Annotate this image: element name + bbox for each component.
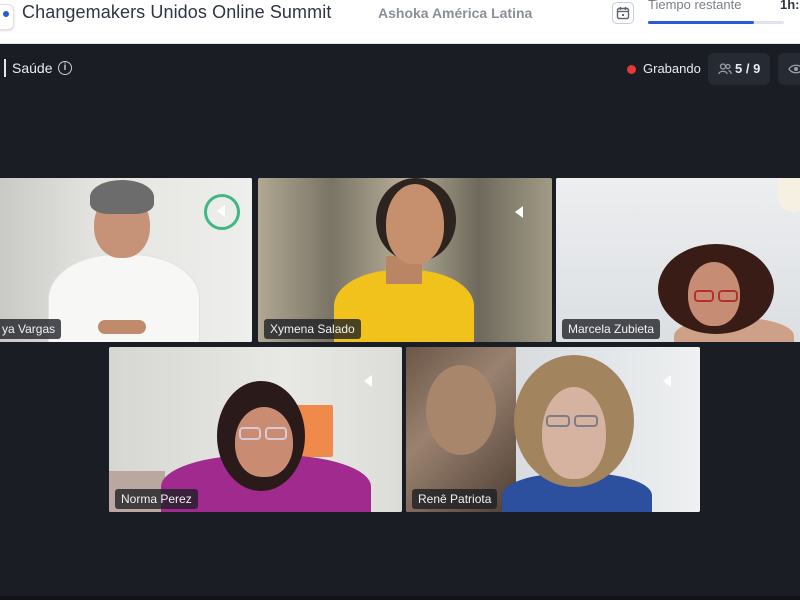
calendar-icon <box>616 7 630 20</box>
recording-indicator-icon <box>627 65 636 74</box>
video-tile-4[interactable]: Norma Perez <box>109 347 402 512</box>
top-header: Changemakers Unidos Online Summit Ashoka… <box>0 0 800 44</box>
recording-label: Grabando <box>643 61 701 76</box>
video-tile-1[interactable]: ya Vargas <box>0 178 252 342</box>
info-icon[interactable]: i <box>58 61 72 75</box>
app-logo-icon[interactable] <box>0 4 14 30</box>
timer-label: Tiempo restante <box>648 0 742 12</box>
timer-value: 1h: <box>780 0 800 12</box>
view-button[interactable] <box>778 53 800 85</box>
microphone-icon <box>357 369 381 393</box>
participant-name: Marcela Zubieta <box>562 319 661 339</box>
microphone-icon <box>508 200 532 224</box>
calendar-button[interactable] <box>612 2 634 24</box>
people-icon <box>718 63 732 75</box>
microphone-icon <box>656 369 680 393</box>
eye-icon <box>788 64 800 74</box>
event-title: Changemakers Unidos Online Summit <box>22 2 332 22</box>
video-tile-2[interactable]: Xymena Salado <box>258 178 552 342</box>
organization-name: Ashoka América Latina <box>378 5 533 21</box>
participant-name: Xymena Salado <box>264 319 361 339</box>
timer-progress-bar <box>648 21 784 24</box>
timer-progress-fill <box>648 21 755 24</box>
video-tile-5[interactable]: Renê Patriota <box>406 347 700 512</box>
participants-button[interactable]: 5 / 9 <box>708 53 770 85</box>
stage-bar: Saúde i Grabando 5 / 9 <box>0 52 800 86</box>
video-tile-3[interactable]: Marcela Zubieta <box>556 178 800 342</box>
painting-face-shape <box>426 365 496 455</box>
participant-name: ya Vargas <box>0 319 62 339</box>
divider <box>4 59 6 77</box>
participants-count: 5 / 9 <box>735 61 761 76</box>
participant-name: Norma Perez <box>115 489 198 509</box>
lamp-shape <box>778 178 800 212</box>
participant-name: Renê Patriota <box>412 489 498 509</box>
speaking-indicator-icon <box>204 194 240 230</box>
room-name: Saúde <box>12 60 53 76</box>
bottom-edge <box>0 596 800 600</box>
